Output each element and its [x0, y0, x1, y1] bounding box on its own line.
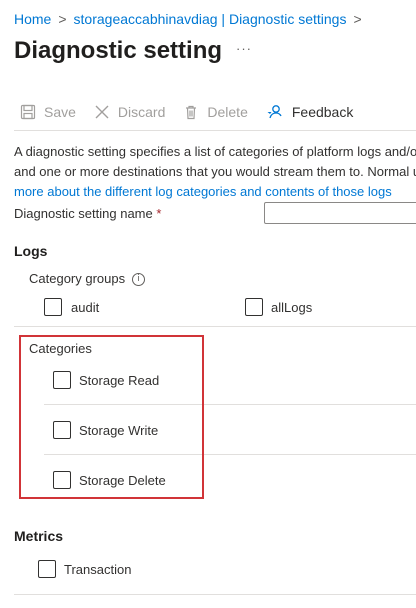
- breadcrumb-separator: >: [353, 11, 362, 27]
- feedback-icon: [267, 105, 282, 119]
- save-label: Save: [44, 104, 76, 120]
- command-bar: Save Discard Delete Feedback: [20, 101, 371, 123]
- checkbox-transaction[interactable]: [38, 560, 56, 578]
- breadcrumb: Home > storageaccabhinavdiag | Diagnostic …: [14, 11, 369, 27]
- more-options-icon[interactable]: ···: [236, 41, 252, 56]
- groups-divider: [14, 326, 416, 327]
- checkbox-alllogs[interactable]: [245, 298, 263, 316]
- save-icon: [20, 104, 36, 120]
- close-icon: [95, 105, 109, 119]
- checkbox-audit[interactable]: [44, 298, 62, 316]
- learn-more-link[interactable]: more about the different log categories …: [14, 182, 416, 202]
- setting-name-label: Diagnostic setting name *: [14, 206, 161, 221]
- delete-label: Delete: [207, 104, 248, 120]
- delete-button[interactable]: Delete: [183, 104, 248, 120]
- description-line-2: and one or more destinations that you wo…: [14, 164, 416, 179]
- metrics-heading: Metrics: [14, 528, 64, 544]
- checkbox-alllogs-label: allLogs: [271, 300, 313, 315]
- feedback-button[interactable]: Feedback: [266, 103, 353, 121]
- breadcrumb-home-link[interactable]: Home: [14, 11, 51, 27]
- info-icon[interactable]: i: [132, 273, 145, 286]
- category-groups-label: Category groups: [29, 271, 126, 286]
- breadcrumb-resource-link[interactable]: storageaccabhinavdiag | Diagnostic setti…: [74, 11, 347, 27]
- save-button[interactable]: Save: [20, 104, 76, 120]
- feedback-label: Feedback: [291, 104, 354, 120]
- logs-heading: Logs: [14, 243, 48, 259]
- description-line-1: A diagnostic setting specifies a list of…: [14, 144, 416, 159]
- metrics-divider: [14, 594, 416, 595]
- trash-icon: [186, 105, 197, 120]
- setting-name-label-text: Diagnostic setting name: [14, 206, 153, 221]
- page-title: Diagnostic setting: [14, 37, 223, 64]
- discard-button[interactable]: Discard: [94, 104, 165, 120]
- setting-name-input[interactable]: [264, 202, 416, 224]
- required-marker: *: [156, 206, 162, 221]
- breadcrumb-separator: >: [58, 11, 67, 27]
- discard-label: Discard: [117, 104, 166, 120]
- toolbar-divider: [14, 130, 416, 131]
- checkbox-audit-label: audit: [71, 300, 100, 315]
- categories-highlight-box: [19, 335, 204, 499]
- description-text: A diagnostic setting specifies a list of…: [14, 142, 416, 202]
- checkbox-transaction-label: Transaction: [64, 562, 132, 577]
